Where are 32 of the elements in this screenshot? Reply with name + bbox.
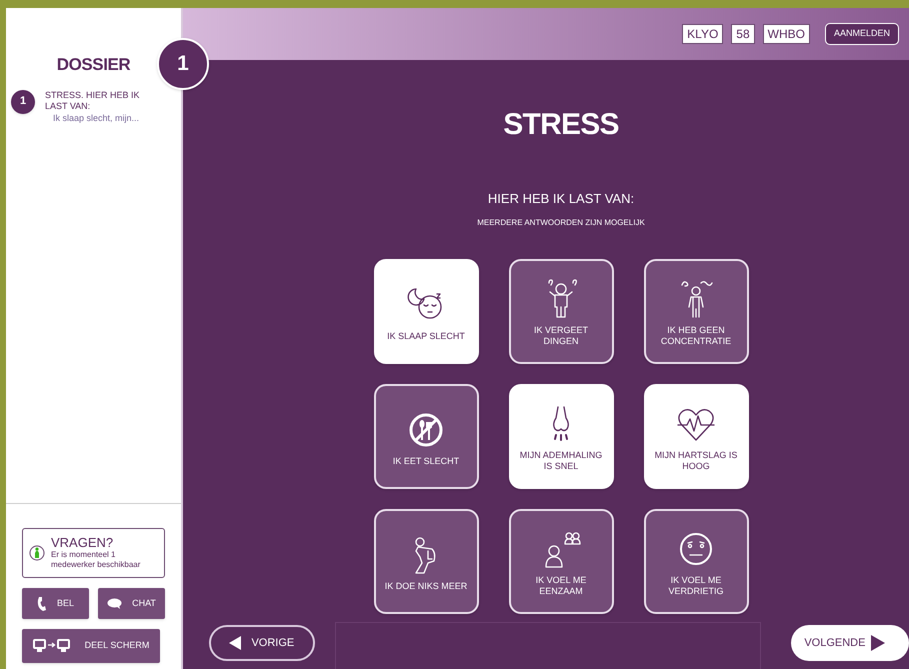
- answer-card[interactable]: IK DOE NIKS MEER: [374, 508, 478, 614]
- speech-bubble-icon: [107, 598, 122, 610]
- answer-card[interactable]: IK VOEL ME VERDRIETIG: [644, 508, 748, 614]
- back-button[interactable]: VORIGE: [209, 625, 315, 661]
- chat-button[interactable]: CHAT: [98, 588, 165, 619]
- answer-card[interactable]: IK VOEL ME EENZAAM: [508, 508, 614, 614]
- answer-card[interactable]: IK HEB GEEN CONCENTRATIE: [644, 258, 748, 364]
- help-title: VRAGEN?: [51, 536, 114, 550]
- question-title: STRESS: [503, 107, 619, 143]
- question-hint: MEERDERE ANTWOORDEN ZIJN MOGELIJK: [477, 216, 645, 228]
- question-prompt: HIER HEB IK LAST VAN:: [488, 190, 634, 208]
- help-status: Er is momenteel 1 medewerker beschikbaar: [51, 550, 142, 570]
- answer-card[interactable]: IK VERGEET DINGEN: [508, 258, 614, 364]
- next-button[interactable]: VOLGENDE: [791, 625, 909, 661]
- answer-card[interactable]: MIJN ADEMHALING IS SNEL: [508, 384, 614, 488]
- answer-card[interactable]: IK EET SLECHT: [374, 384, 478, 488]
- share-screen-button[interactable]: DEEL SCHERM: [22, 629, 160, 663]
- answer-card[interactable]: MIJN HARTSLAG IS HOOG: [644, 384, 748, 488]
- call-button[interactable]: BEL: [22, 588, 89, 619]
- answer-card[interactable]: IK SLAAP SLECHT: [374, 258, 478, 364]
- step-number: 1: [11, 90, 35, 114]
- dossier-item-summary: Ik slaap slecht, mijn...: [52, 112, 140, 124]
- left-triangle-icon: [229, 636, 242, 650]
- dossier-item-title: STRESS. HIER HEB IK LAST VAN:: [45, 90, 141, 112]
- screen-share-icon: [32, 639, 71, 653]
- code-label: 58: [731, 24, 755, 44]
- code-label: WHBO: [762, 24, 810, 44]
- right-triangle-icon: [871, 635, 886, 651]
- phone-icon: [36, 596, 47, 612]
- code-label: KLYO: [682, 24, 724, 44]
- sidebar-title: DOSSIER: [56, 54, 130, 76]
- login-button[interactable]: AANMELDEN: [824, 23, 899, 45]
